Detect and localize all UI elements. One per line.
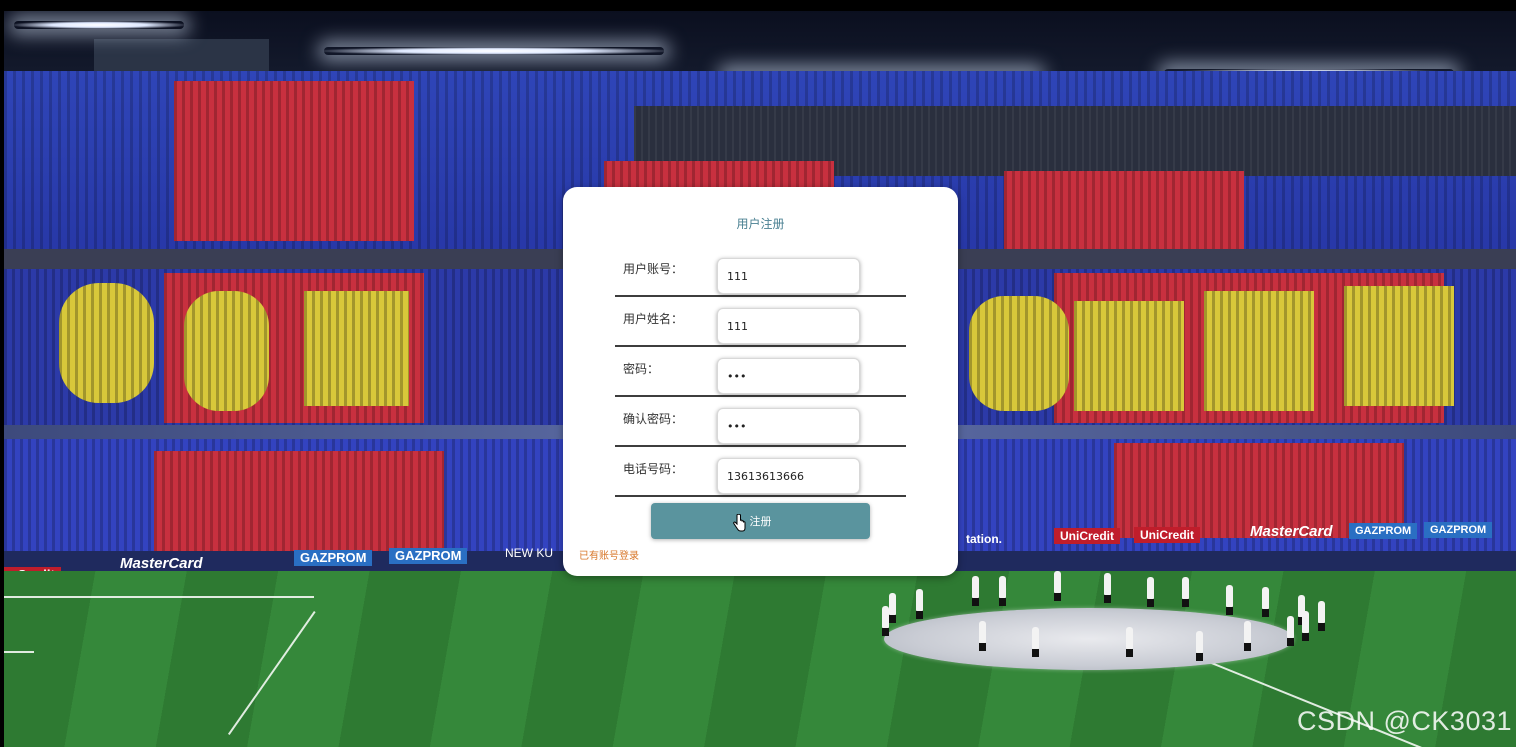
account-input[interactable] [717, 258, 860, 294]
ad-board: tation. [966, 532, 1002, 546]
ad-board: GAZPROM [294, 550, 373, 566]
password-input[interactable] [717, 358, 860, 394]
form-title: 用户注册 [736, 217, 785, 231]
phone-label: 电话号码： [623, 462, 684, 476]
ad-board: MasterCard [120, 555, 203, 572]
watermark: CSDN @CK3031 [1297, 706, 1512, 736]
password-label: 密码： [623, 362, 660, 376]
name-label: 用户姓名： [623, 312, 684, 326]
phone-row: 电话号码： [615, 445, 906, 497]
top-bar [0, 0, 1516, 11]
ad-board: UniCredit [1134, 527, 1200, 543]
register-button[interactable]: 注册 [651, 503, 870, 539]
account-label: 用户账号： [623, 262, 684, 276]
ad-board: GAZPROM [1349, 523, 1418, 539]
confirm-password-row: 确认密码： [615, 395, 906, 447]
ad-board: UniCredit [1054, 528, 1120, 544]
ad-board: GAZPROM [1424, 522, 1493, 538]
register-card: 用户注册 用户账号： 用户姓名： 密码： 确认密码： 电话号码： 注册 已有账号… [563, 187, 958, 576]
password-row: 密码： [615, 345, 906, 397]
account-row: 用户账号： [615, 245, 906, 297]
page: aCredit MasterCard GAZPROM GAZPROM NEW K… [0, 0, 1516, 747]
login-link[interactable]: 已有账号登录 [579, 547, 639, 562]
name-row: 用户姓名： [615, 295, 906, 347]
ad-board: MasterCard [1250, 523, 1333, 540]
hand-cursor-icon [733, 514, 746, 532]
ad-board: GAZPROM [389, 548, 468, 564]
confirm-password-label: 确认密码： [623, 412, 684, 426]
champions-league-logo [884, 608, 1294, 670]
confirm-password-input[interactable] [717, 408, 860, 444]
phone-input[interactable] [717, 458, 860, 494]
name-input[interactable] [717, 308, 860, 344]
ad-board: NEW KU [505, 546, 553, 560]
